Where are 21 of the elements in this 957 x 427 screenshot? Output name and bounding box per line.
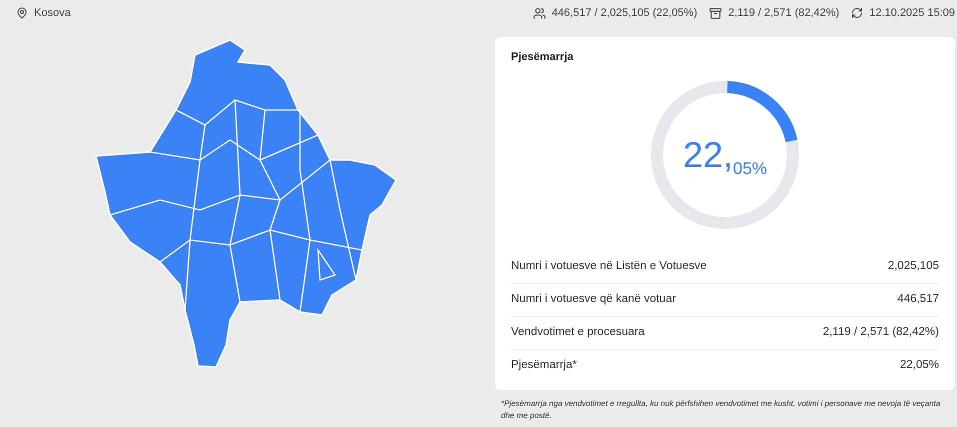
ballot-box-icon [709,6,722,20]
row-label: Numri i votuesve që kanë votuar [511,293,676,305]
voters-stat: 446,517 / 2,025,105 (22,05%) [552,7,698,19]
row-value: 2,119 / 2,571 (82,42%) [822,326,939,338]
row-value: 22,05% [900,359,939,371]
updated-time: 12.10.2025 15:09 [869,7,955,19]
users-icon [532,6,546,20]
turnout-value: 22, [682,134,733,176]
row-label: Pjesëmarrja* [511,359,577,371]
turnout-decimals: 05% [733,159,768,179]
refresh-icon[interactable] [851,7,864,19]
row-label: Numri i votuesve në Listën e Votuesve [511,260,707,272]
row-value: 2,025,105 [888,260,939,272]
card-title: Pjesëmarrja [511,51,574,63]
row-value: 446,517 [897,293,939,305]
location-label: Kosova [34,7,71,19]
row-label: Vendvotimet e procesuara [511,326,645,338]
map-drawing[interactable] [95,39,397,368]
footnote: *Pjesëmarrja nga vendvotimet e rregullta, ku nuk përfshihen vendvotimet me kusht, votimi i personave me nevoja të veçanta dhe me postë. [500,398,942,422]
location-pin-icon [16,7,28,19]
stations-stat: 2,119 / 2,571 (82,42%) [728,7,840,19]
